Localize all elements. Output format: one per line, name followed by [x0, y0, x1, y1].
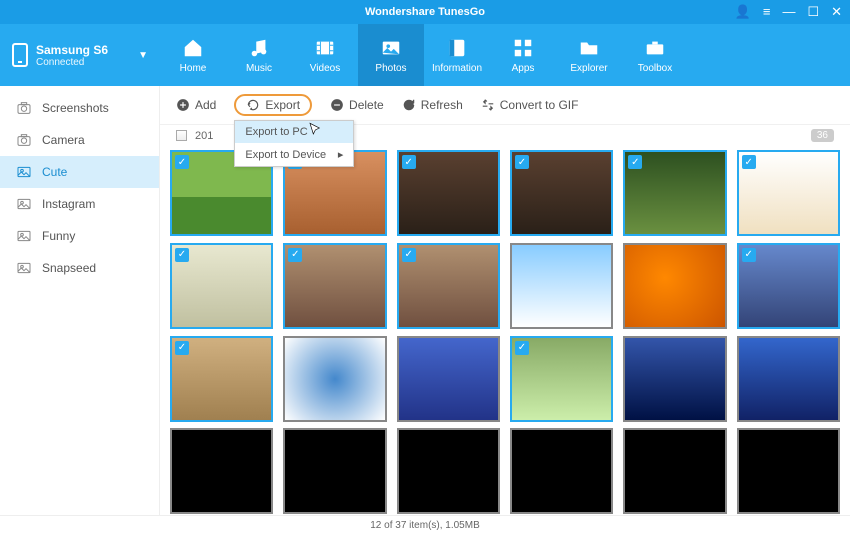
photo-thumbnail[interactable] — [623, 336, 726, 422]
main-nav: HomeMusicVideosPhotosInformationAppsExpl… — [160, 24, 688, 86]
sidebar-item-instagram[interactable]: Instagram — [0, 188, 159, 220]
nav-music[interactable]: Music — [226, 24, 292, 86]
user-icon[interactable]: 👤 — [735, 4, 751, 20]
photo-thumbnail[interactable]: ✓ — [170, 243, 273, 329]
selected-check-icon: ✓ — [515, 155, 529, 169]
menu-icon[interactable]: ≡ — [763, 4, 771, 20]
photo-thumbnail[interactable] — [510, 243, 613, 329]
photo-thumbnail[interactable] — [397, 336, 500, 422]
photo-thumbnail[interactable] — [397, 428, 500, 514]
main-panel: Add Export Export to PC Export to Device… — [160, 86, 850, 515]
chevron-down-icon: ▼ — [138, 50, 148, 61]
photo-thumbnail[interactable]: ✓ — [397, 150, 500, 236]
nav-apps[interactable]: Apps — [490, 24, 556, 86]
selected-check-icon: ✓ — [515, 341, 529, 355]
photo-thumbnail[interactable] — [623, 243, 726, 329]
content: ScreenshotsCameraCuteInstagramFunnySnaps… — [0, 86, 850, 515]
photo-thumbnail[interactable] — [510, 428, 613, 514]
maximize-icon[interactable]: ☐ — [807, 4, 819, 20]
photo-thumbnail[interactable] — [283, 428, 386, 514]
sidebar-item-funny[interactable]: Funny — [0, 220, 159, 252]
photo-thumbnail[interactable]: ✓ — [510, 336, 613, 422]
sidebar: ScreenshotsCameraCuteInstagramFunnySnaps… — [0, 86, 160, 515]
selected-check-icon: ✓ — [175, 155, 189, 169]
device-status: Connected — [36, 57, 108, 68]
selected-check-icon: ✓ — [628, 155, 642, 169]
selected-check-icon: ✓ — [402, 155, 416, 169]
minimize-icon[interactable]: — — [782, 4, 795, 20]
photo-thumbnail[interactable]: ✓ — [397, 243, 500, 329]
submenu-arrow-icon: ▸ — [338, 148, 344, 161]
photo-thumbnail[interactable] — [737, 336, 840, 422]
header: Samsung S6 Connected ▼ HomeMusicVideosPh… — [0, 24, 850, 86]
refresh-button[interactable]: Refresh — [402, 98, 463, 112]
photo-thumbnail[interactable]: ✓ — [737, 150, 840, 236]
nav-explorer[interactable]: Explorer — [556, 24, 622, 86]
status-text: 12 of 37 item(s), 1.05MB — [370, 520, 480, 531]
photo-thumbnail[interactable]: ✓ — [737, 243, 840, 329]
device-selector[interactable]: Samsung S6 Connected ▼ — [0, 24, 160, 86]
photo-thumbnail[interactable] — [623, 428, 726, 514]
selected-check-icon: ✓ — [175, 248, 189, 262]
add-button[interactable]: Add — [176, 98, 216, 112]
photo-thumbnail[interactable]: ✓ — [510, 150, 613, 236]
export-menu: Export to PC Export to Device▸ — [234, 120, 354, 167]
convert-gif-button[interactable]: Convert to GIF — [481, 98, 579, 112]
device-name: Samsung S6 — [36, 43, 108, 57]
photo-thumbnail[interactable]: ✓ — [170, 336, 273, 422]
photo-thumbnail[interactable] — [283, 336, 386, 422]
delete-button[interactable]: Delete — [330, 98, 384, 112]
sidebar-item-snapseed[interactable]: Snapseed — [0, 252, 159, 284]
nav-home[interactable]: Home — [160, 24, 226, 86]
app-title: Wondershare TunesGo — [365, 6, 485, 18]
group-date: 201 — [195, 130, 213, 142]
window-controls: 👤 ≡ — ☐ ✕ — [735, 4, 842, 20]
photo-grid[interactable]: ✓✓✓✓✓✓✓✓✓✓✓✓ — [160, 146, 850, 515]
selected-check-icon: ✓ — [288, 248, 302, 262]
export-button[interactable]: Export Export to PC Export to Device▸ — [234, 94, 312, 116]
group-count: 36 — [811, 129, 834, 142]
nav-videos[interactable]: Videos — [292, 24, 358, 86]
selected-check-icon: ✓ — [402, 248, 416, 262]
sidebar-item-cute[interactable]: Cute — [0, 156, 159, 188]
photo-thumbnail[interactable] — [170, 428, 273, 514]
export-to-device[interactable]: Export to Device▸ — [235, 143, 353, 166]
statusbar: 12 of 37 item(s), 1.05MB — [0, 515, 850, 535]
close-icon[interactable]: ✕ — [831, 4, 842, 20]
nav-information[interactable]: Information — [424, 24, 490, 86]
selected-check-icon: ✓ — [175, 341, 189, 355]
export-to-pc[interactable]: Export to PC — [235, 121, 353, 143]
toolbar: Add Export Export to PC Export to Device… — [160, 86, 850, 125]
titlebar: Wondershare TunesGo 👤 ≡ — ☐ ✕ — [0, 0, 850, 24]
sidebar-item-screenshots[interactable]: Screenshots — [0, 92, 159, 124]
nav-toolbox[interactable]: Toolbox — [622, 24, 688, 86]
photo-thumbnail[interactable]: ✓ — [623, 150, 726, 236]
sidebar-item-camera[interactable]: Camera — [0, 124, 159, 156]
group-checkbox[interactable] — [176, 130, 187, 141]
selected-check-icon: ✓ — [742, 248, 756, 262]
photo-thumbnail[interactable]: ✓ — [283, 243, 386, 329]
nav-photos[interactable]: Photos — [358, 24, 424, 86]
phone-icon — [12, 43, 28, 67]
selected-check-icon: ✓ — [742, 155, 756, 169]
photo-thumbnail[interactable] — [737, 428, 840, 514]
